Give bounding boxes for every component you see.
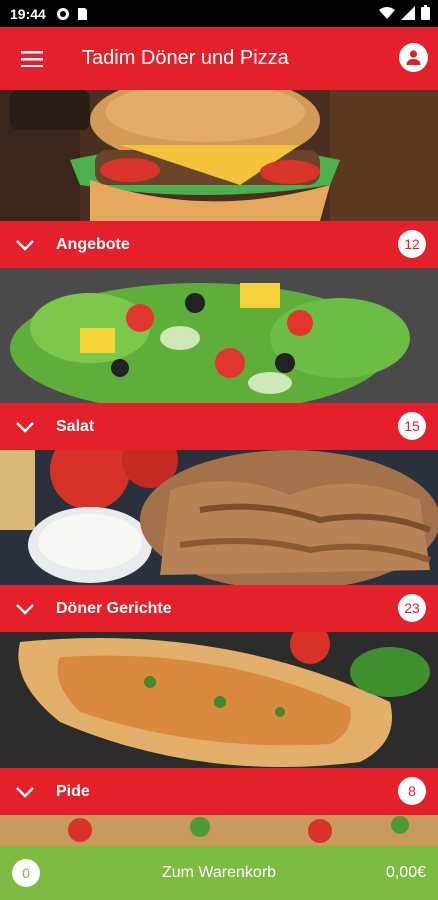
sd-card-icon (77, 7, 87, 20)
profile-button[interactable] (399, 43, 428, 72)
category-header-pide[interactable]: Pide 8 (0, 768, 438, 815)
battery-icon (421, 5, 430, 20)
category-label: Pide (56, 782, 90, 800)
status-notification-icons (56, 7, 88, 21)
chevron-down-icon (16, 421, 34, 433)
category-label: Salat (56, 417, 95, 435)
signal-icon (401, 5, 415, 20)
doener-image (0, 450, 438, 585)
chevron-down-icon (16, 603, 34, 615)
category-image-next[interactable] (0, 815, 438, 846)
category-image-angebote[interactable] (0, 90, 438, 221)
page-title: Tadim Döner und Pizza (82, 47, 289, 69)
category-image-salat[interactable] (0, 268, 438, 403)
status-bar: 19:44 (0, 0, 438, 27)
category-count-badge: 15 (398, 412, 426, 440)
pizza-image (0, 815, 438, 846)
app-notification-icon (56, 7, 69, 20)
category-label: Angebote (56, 235, 130, 253)
category-count-badge: 12 (398, 230, 426, 258)
menu-icon (21, 50, 43, 67)
cart-bar[interactable]: 0 Zum Warenkorb 0,00€ (0, 846, 438, 900)
chevron-down-icon (16, 786, 34, 798)
cart-button-label: Zum Warenkorb (161, 864, 277, 881)
category-header-salat[interactable]: Salat 15 (0, 403, 438, 450)
category-count-badge: 8 (398, 777, 426, 805)
app-bar: Tadim Döner und Pizza (0, 27, 438, 90)
wifi-icon (379, 6, 395, 19)
status-time: 19:44 (10, 5, 46, 22)
pide-image (0, 632, 438, 768)
chevron-down-icon (16, 239, 34, 251)
status-system-icons (379, 5, 430, 20)
category-image-pide[interactable] (0, 632, 438, 768)
category-image-doener-gerichte[interactable] (0, 450, 438, 585)
burger-image (0, 90, 438, 221)
menu-button[interactable] (0, 27, 64, 90)
category-header-doener-gerichte[interactable]: Döner Gerichte 23 (0, 585, 438, 632)
salad-image (0, 268, 438, 403)
cart-total: 0,00€ (385, 864, 426, 881)
category-header-angebote[interactable]: Angebote 12 (0, 221, 438, 268)
profile-icon (406, 50, 421, 65)
category-count-badge: 23 (398, 594, 426, 622)
category-label: Döner Gerichte (56, 599, 172, 617)
